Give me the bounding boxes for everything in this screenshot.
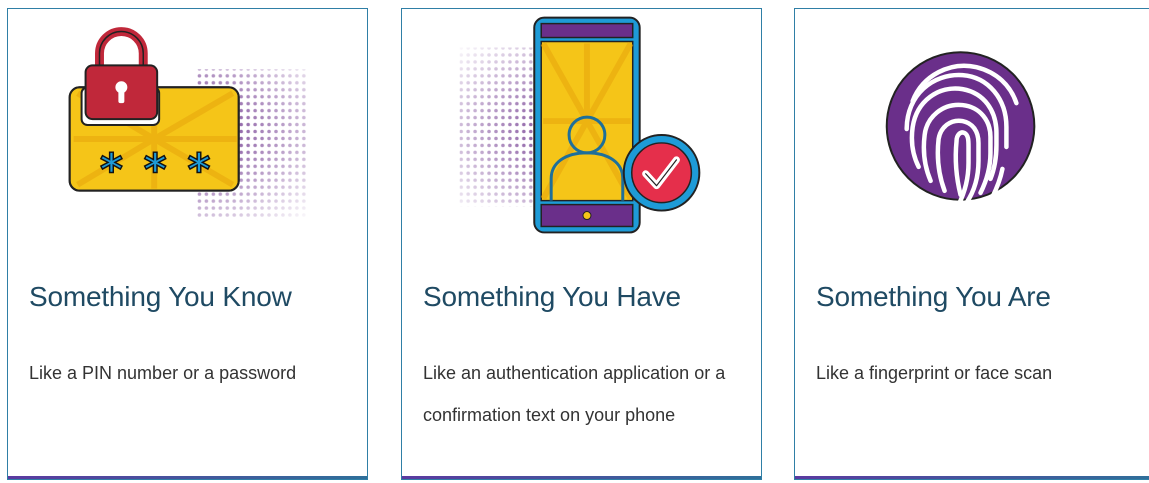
smartphone-verified-user-icon: [459, 16, 701, 234]
card-title: Something You Have: [423, 281, 681, 312]
card-something-you-know: * * * Something You Know Like a PIN numb…: [7, 8, 368, 480]
card-description: Like a PIN number or a password: [29, 363, 297, 383]
card-description: Like a fingerprint or face scan: [816, 363, 1053, 383]
card-title: Something You Know: [29, 281, 292, 312]
padlock-password-icon: * * *: [68, 27, 307, 219]
card-title: Something You Are: [816, 281, 1051, 312]
card-something-you-are: Something You Are Like a fingerprint or …: [794, 8, 1149, 480]
fingerprint-icon: [885, 51, 1036, 208]
auth-factors-cards: * * * Something You Know Like a PIN numb…: [0, 0, 1149, 483]
svg-text:*: *: [187, 145, 210, 196]
svg-text:*: *: [100, 145, 123, 196]
card-description: Like an authentication application or a …: [423, 363, 726, 425]
svg-text:*: *: [144, 145, 167, 196]
card-something-you-have: Something You Have Like an authenticatio…: [401, 8, 762, 480]
